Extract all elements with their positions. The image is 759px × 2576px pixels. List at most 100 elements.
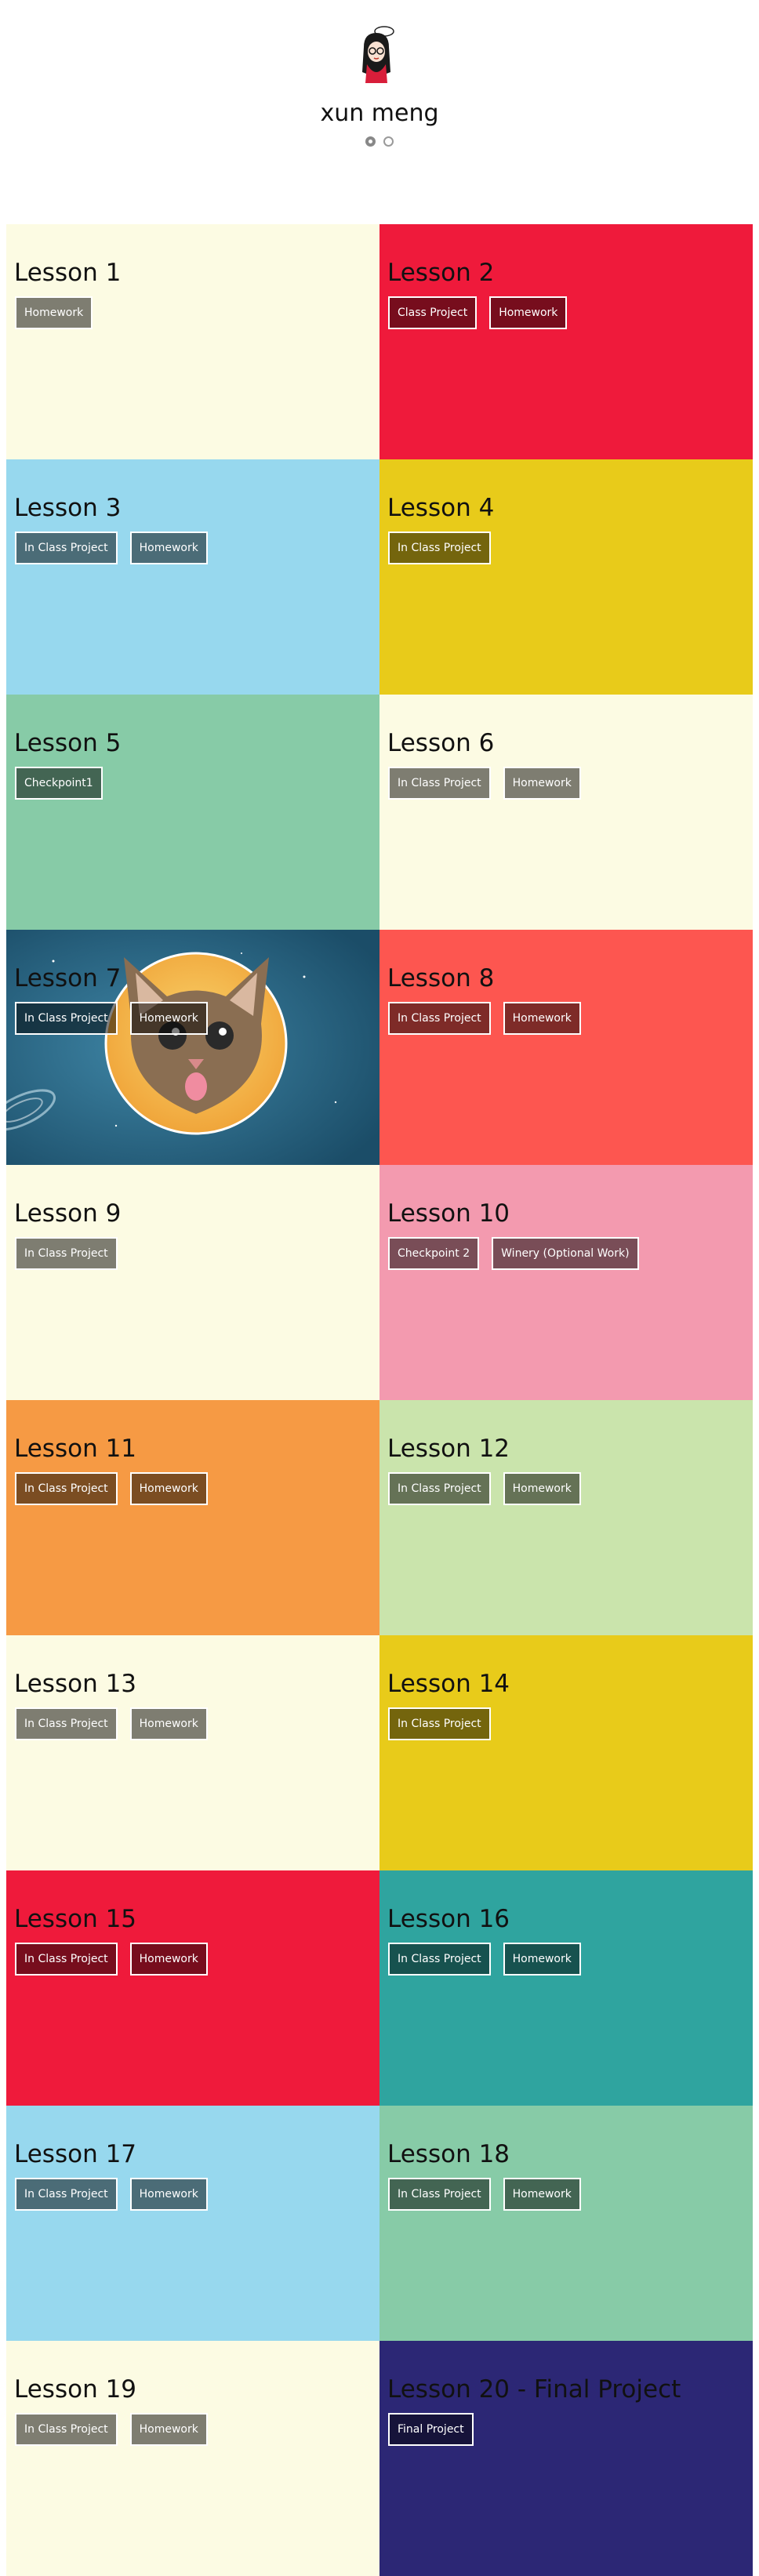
lesson-tile: Lesson 1 Homework xyxy=(6,224,380,459)
lesson-buttons: Final Project xyxy=(388,2413,474,2446)
lesson-title: Lesson 13 xyxy=(14,1670,137,1698)
in-class-project-button[interactable]: In Class Project xyxy=(388,1943,491,1976)
lesson-title: Lesson 7 xyxy=(14,964,122,992)
lesson-buttons: In Class Project Homework xyxy=(388,1943,581,1976)
homework-button[interactable]: Homework xyxy=(129,1002,208,1035)
site-title: xun meng xyxy=(320,100,439,127)
lesson-title: Lesson 1 xyxy=(14,259,122,287)
lesson-tile: Lesson 6 In Class Project Homework xyxy=(380,695,753,930)
lesson-title: Lesson 16 xyxy=(387,1905,510,1933)
lesson-title: Lesson 3 xyxy=(14,494,122,522)
in-class-project-button[interactable]: In Class Project xyxy=(388,2178,491,2211)
lesson-tile: Lesson 5 Checkpoint1 xyxy=(6,695,380,930)
lesson-title: Lesson 12 xyxy=(387,1435,510,1463)
in-class-project-button[interactable]: In Class Project xyxy=(388,1472,491,1505)
homework-button[interactable]: Homework xyxy=(129,2413,208,2446)
lesson-tile: Lesson 12 In Class Project Homework xyxy=(380,1400,753,1635)
homework-button[interactable]: Homework xyxy=(503,2178,581,2211)
lesson-buttons: In Class Project xyxy=(388,532,491,564)
lesson-buttons: In Class Project Homework xyxy=(388,767,581,800)
lesson-buttons: In Class Project xyxy=(15,1237,118,1270)
in-class-project-button[interactable]: In Class Project xyxy=(15,1002,118,1035)
in-class-project-button[interactable]: In Class Project xyxy=(15,1943,118,1976)
checkpoint-2-button[interactable]: Checkpoint 2 xyxy=(388,1237,480,1270)
homework-button[interactable]: Homework xyxy=(129,1943,208,1976)
lesson-buttons: In Class Project Homework xyxy=(15,1002,208,1035)
lesson-title: Lesson 5 xyxy=(14,729,122,757)
lesson-tile: Lesson 14 In Class Project xyxy=(380,1635,753,1870)
lesson-tile: Lesson 10 Checkpoint 2 Winery (Optional Wo… xyxy=(380,1165,753,1400)
lesson-title: Lesson 4 xyxy=(387,494,495,522)
lesson-title: Lesson 14 xyxy=(387,1670,510,1698)
lesson-buttons: In Class Project Homework xyxy=(15,532,208,564)
lesson-buttons: In Class Project Homework xyxy=(388,1472,581,1505)
lesson-tile: Lesson 3 In Class Project Homework xyxy=(6,459,380,695)
in-class-project-button[interactable]: In Class Project xyxy=(388,532,491,564)
homework-button[interactable]: Homework xyxy=(129,532,208,564)
lesson-title: Lesson 15 xyxy=(14,1905,137,1933)
lesson-buttons: In Class Project Homework xyxy=(15,1707,208,1740)
in-class-project-button[interactable]: In Class Project xyxy=(388,767,491,800)
homework-button[interactable]: Homework xyxy=(503,1943,581,1976)
lesson-tile: Lesson 19 In Class Project Homework xyxy=(6,2341,380,2576)
checkpoint1-button[interactable]: Checkpoint1 xyxy=(15,767,103,800)
homework-button[interactable]: Homework xyxy=(129,1472,208,1505)
lesson-buttons: Checkpoint1 xyxy=(15,767,103,800)
lesson-title: Lesson 8 xyxy=(387,964,495,992)
lesson-tile: Lesson 11 In Class Project Homework xyxy=(6,1400,380,1635)
lesson-tile: Lesson 15 In Class Project Homework xyxy=(6,1870,380,2106)
class-project-button[interactable]: Class Project xyxy=(388,296,478,329)
lesson-buttons: Checkpoint 2 Winery (Optional Work) xyxy=(388,1237,639,1270)
lesson-tile: Lesson 8 In Class Project Homework xyxy=(380,930,753,1165)
lesson-title: Lesson 18 xyxy=(387,2140,510,2168)
lesson-title: Lesson 2 xyxy=(387,259,495,287)
lesson-buttons: Homework xyxy=(15,296,93,329)
lesson-tile: Lesson 4 In Class Project xyxy=(380,459,753,695)
homework-button[interactable]: Homework xyxy=(15,296,93,329)
in-class-project-button[interactable]: In Class Project xyxy=(388,1002,491,1035)
lesson-buttons: In Class Project Homework xyxy=(15,2178,208,2211)
in-class-project-button[interactable]: In Class Project xyxy=(388,1707,491,1740)
homework-button[interactable]: Homework xyxy=(489,296,568,329)
dribbble-icon[interactable] xyxy=(383,136,394,147)
lesson-tile: Lesson 9 In Class Project xyxy=(6,1165,380,1400)
lesson-title: Lesson 19 xyxy=(14,2375,137,2404)
github-icon[interactable] xyxy=(365,136,376,147)
lesson-tile: Lesson 13 In Class Project Homework xyxy=(6,1635,380,1870)
homework-button[interactable]: Homework xyxy=(503,767,581,800)
lesson-buttons: Class Project Homework xyxy=(388,296,568,329)
homework-button[interactable]: Homework xyxy=(503,1002,581,1035)
lesson-tile: Lesson 17 In Class Project Homework xyxy=(6,2106,380,2341)
homework-button[interactable]: Homework xyxy=(503,1472,581,1505)
lesson-title: Lesson 17 xyxy=(14,2140,137,2168)
site-header: xun meng xyxy=(0,0,759,224)
lesson-buttons: In Class Project Homework xyxy=(15,1943,208,1976)
in-class-project-button[interactable]: In Class Project xyxy=(15,1237,118,1270)
lesson-title: Lesson 9 xyxy=(14,1199,122,1228)
lesson-tile: Lesson 20 - Final Project Final Project xyxy=(380,2341,753,2576)
lesson-tile: Lesson 18 In Class Project Homework xyxy=(380,2106,753,2341)
social-links xyxy=(0,135,759,151)
in-class-project-button[interactable]: In Class Project xyxy=(15,1472,118,1505)
lesson-buttons: In Class Project Homework xyxy=(388,1002,581,1035)
lesson-buttons: In Class Project Homework xyxy=(388,2178,581,2211)
in-class-project-button[interactable]: In Class Project xyxy=(15,2413,118,2446)
lesson-buttons: In Class Project xyxy=(388,1707,491,1740)
lesson-buttons: In Class Project Homework xyxy=(15,1472,208,1505)
homework-button[interactable]: Homework xyxy=(129,1707,208,1740)
in-class-project-button[interactable]: In Class Project xyxy=(15,2178,118,2211)
lesson-tile: Lesson 2 Class Project Homework xyxy=(380,224,753,459)
final-project-button[interactable]: Final Project xyxy=(388,2413,474,2446)
lesson-tile: Lesson 16 In Class Project Homework xyxy=(380,1870,753,2106)
cartoon-girl-avatar-icon xyxy=(362,26,394,83)
winery-optional-work-button[interactable]: Winery (Optional Work) xyxy=(492,1237,639,1270)
lesson-grid: Lesson 1 Homework Lesson 2 Class Project Hom… xyxy=(6,224,753,2576)
in-class-project-button[interactable]: In Class Project xyxy=(15,532,118,564)
homework-button[interactable]: Homework xyxy=(129,2178,208,2211)
in-class-project-button[interactable]: In Class Project xyxy=(15,1707,118,1740)
lesson-title: Lesson 6 xyxy=(387,729,495,757)
lesson-buttons: In Class Project Homework xyxy=(15,2413,208,2446)
lesson-tile: Lesson 7 In Class Project Homework xyxy=(6,930,380,1165)
lesson-title: Lesson 11 xyxy=(14,1435,137,1463)
lesson-title: Lesson 20 - Final Project xyxy=(387,2375,681,2404)
